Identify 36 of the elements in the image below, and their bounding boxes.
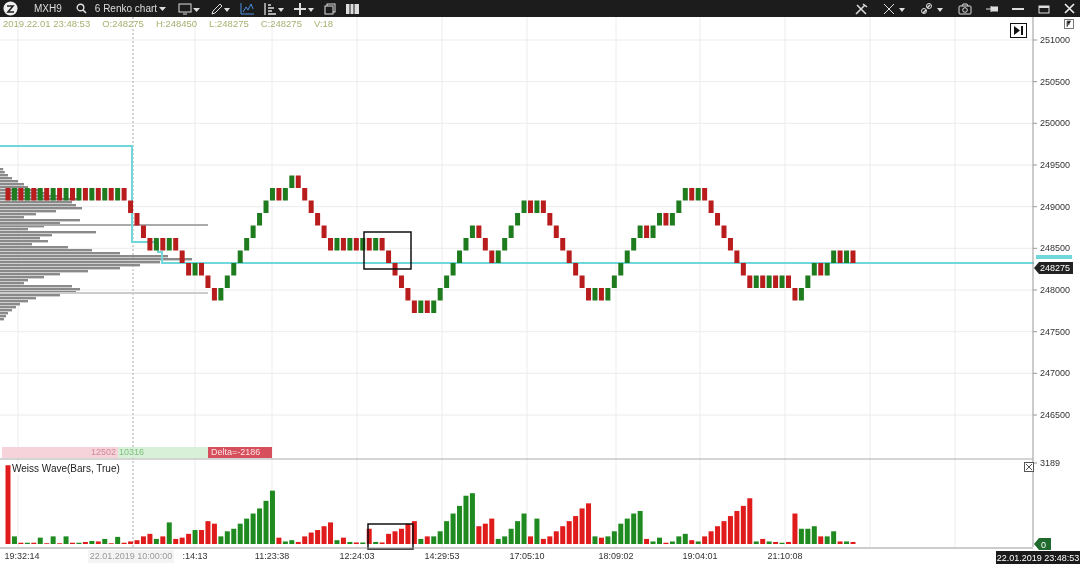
sell-volume: 10316: [118, 447, 208, 458]
time-label: 12:24:03: [339, 551, 375, 561]
time-label: 18:09:02: [598, 551, 634, 561]
price-tag: 248275: [1034, 262, 1073, 274]
time-label: 21:10:08: [767, 551, 803, 561]
price-label: 247000: [1040, 368, 1071, 379]
cursor-time-tag: 22.01.2019 10:00:00: [88, 550, 174, 563]
delta-value: Delta=-2186: [208, 447, 272, 458]
volume-value: V:18: [313, 18, 334, 29]
time-label: 17:05:10: [509, 551, 545, 561]
price-label: 250000: [1040, 118, 1071, 129]
high-value: H:248450: [155, 18, 198, 29]
close-value: C:248275: [260, 18, 302, 29]
price-label: 248500: [1040, 243, 1071, 254]
last-time-tag: 22.01.2019 23:48:53: [996, 551, 1080, 564]
time-label: 11:23:38: [254, 551, 290, 561]
open-value: O:248275: [102, 18, 144, 29]
price-label: 249000: [1040, 201, 1071, 212]
chart-type-dropdown[interactable]: 6 Renko chart: [92, 3, 169, 14]
price-label: 247500: [1040, 326, 1071, 337]
volume-max-label: 3189: [1040, 458, 1061, 468]
volume-tag: 0: [1034, 538, 1051, 550]
buy-volume: 12502: [2, 447, 118, 458]
low-value: L:248275: [209, 18, 249, 29]
time-label: :14:13: [182, 551, 208, 561]
bar-time: 2019.22.01 23:48:53: [3, 18, 91, 29]
price-label: 248000: [1040, 285, 1071, 295]
time-label: 19:32:14: [4, 551, 40, 561]
indicator-title: Weiss Wave(Bars, True): [12, 463, 120, 474]
symbol-label[interactable]: MXH9: [34, 3, 62, 14]
price-label: 249500: [1040, 160, 1071, 170]
price-label: 250500: [1040, 76, 1071, 87]
price-label: 251000: [1040, 35, 1071, 45]
time-label: 14:29:53: [424, 551, 460, 561]
time-label: 19:04:01: [682, 551, 718, 561]
price-label: 246500: [1040, 410, 1071, 420]
